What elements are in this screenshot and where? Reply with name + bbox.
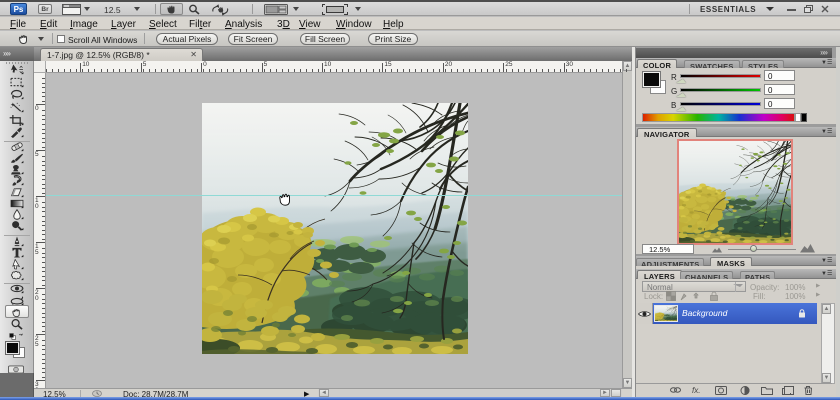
svg-text:fx.: fx. [692, 386, 700, 395]
